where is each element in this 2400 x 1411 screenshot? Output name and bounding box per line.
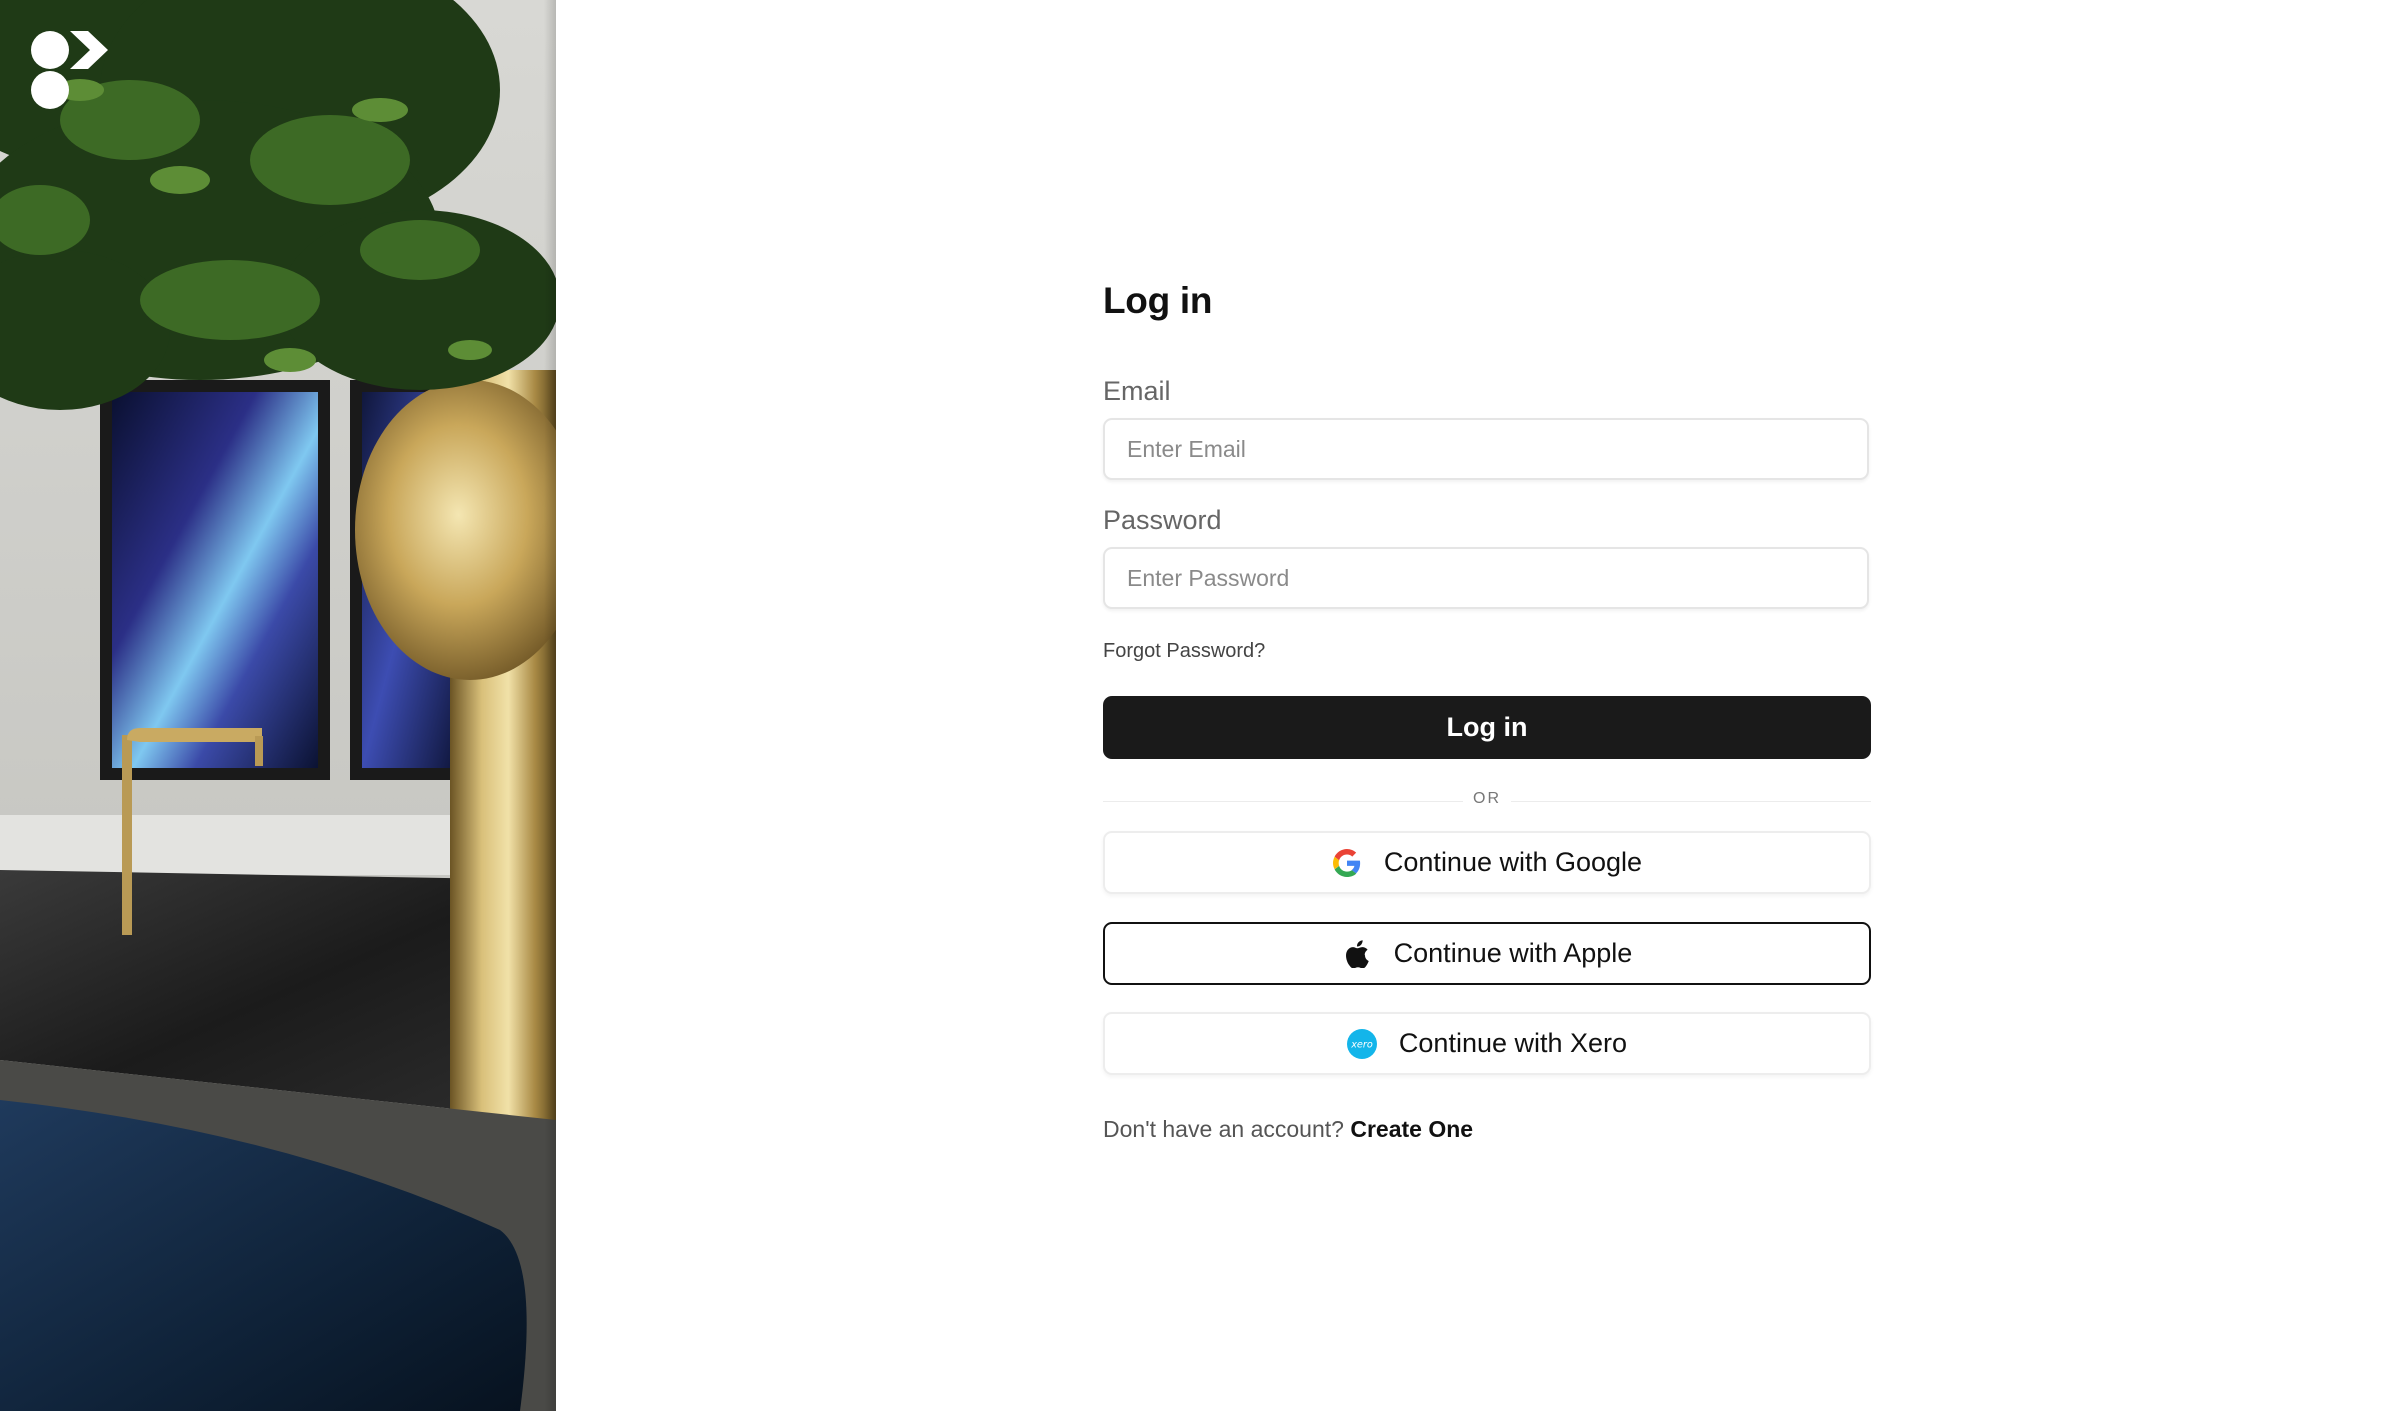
xero-icon: xero [1346,1028,1377,1059]
password-field[interactable] [1103,547,1869,609]
apple-icon [1342,939,1372,969]
apple-login-button[interactable]: Continue with Apple [1103,922,1871,985]
page-title: Log in [1103,280,1213,321]
hero-edge-shadow [544,0,556,1411]
google-login-label: Continue with Google [1383,847,1643,877]
google-login-button[interactable]: Continue with Google [1103,831,1871,894]
login-button-label: Log in [1446,712,1528,742]
forgot-password-link[interactable]: Forgot Password? [1103,640,1265,663]
signup-prompt: Don't have an account? Create One [1103,1116,1473,1143]
svg-text:xero: xero [1350,1039,1373,1050]
email-field[interactable] [1103,418,1869,480]
xero-login-label: Continue with Xero [1398,1028,1628,1058]
apple-login-label: Continue with Apple [1393,938,1633,968]
login-button[interactable]: Log in [1103,696,1871,759]
brand-logo-icon[interactable] [30,30,110,110]
signup-text: Don't have an account? [1103,1116,1344,1142]
divider-label: OR [1473,790,1501,807]
create-account-link[interactable]: Create One [1350,1116,1473,1142]
or-divider: OR [1103,790,1871,812]
password-label: Password [1103,505,1222,535]
hero-photo [0,0,556,1411]
email-label: Email [1103,376,1171,406]
hero-image-panel [0,0,556,1411]
google-icon [1332,848,1362,878]
xero-login-button[interactable]: xero Continue with Xero [1103,1012,1871,1075]
